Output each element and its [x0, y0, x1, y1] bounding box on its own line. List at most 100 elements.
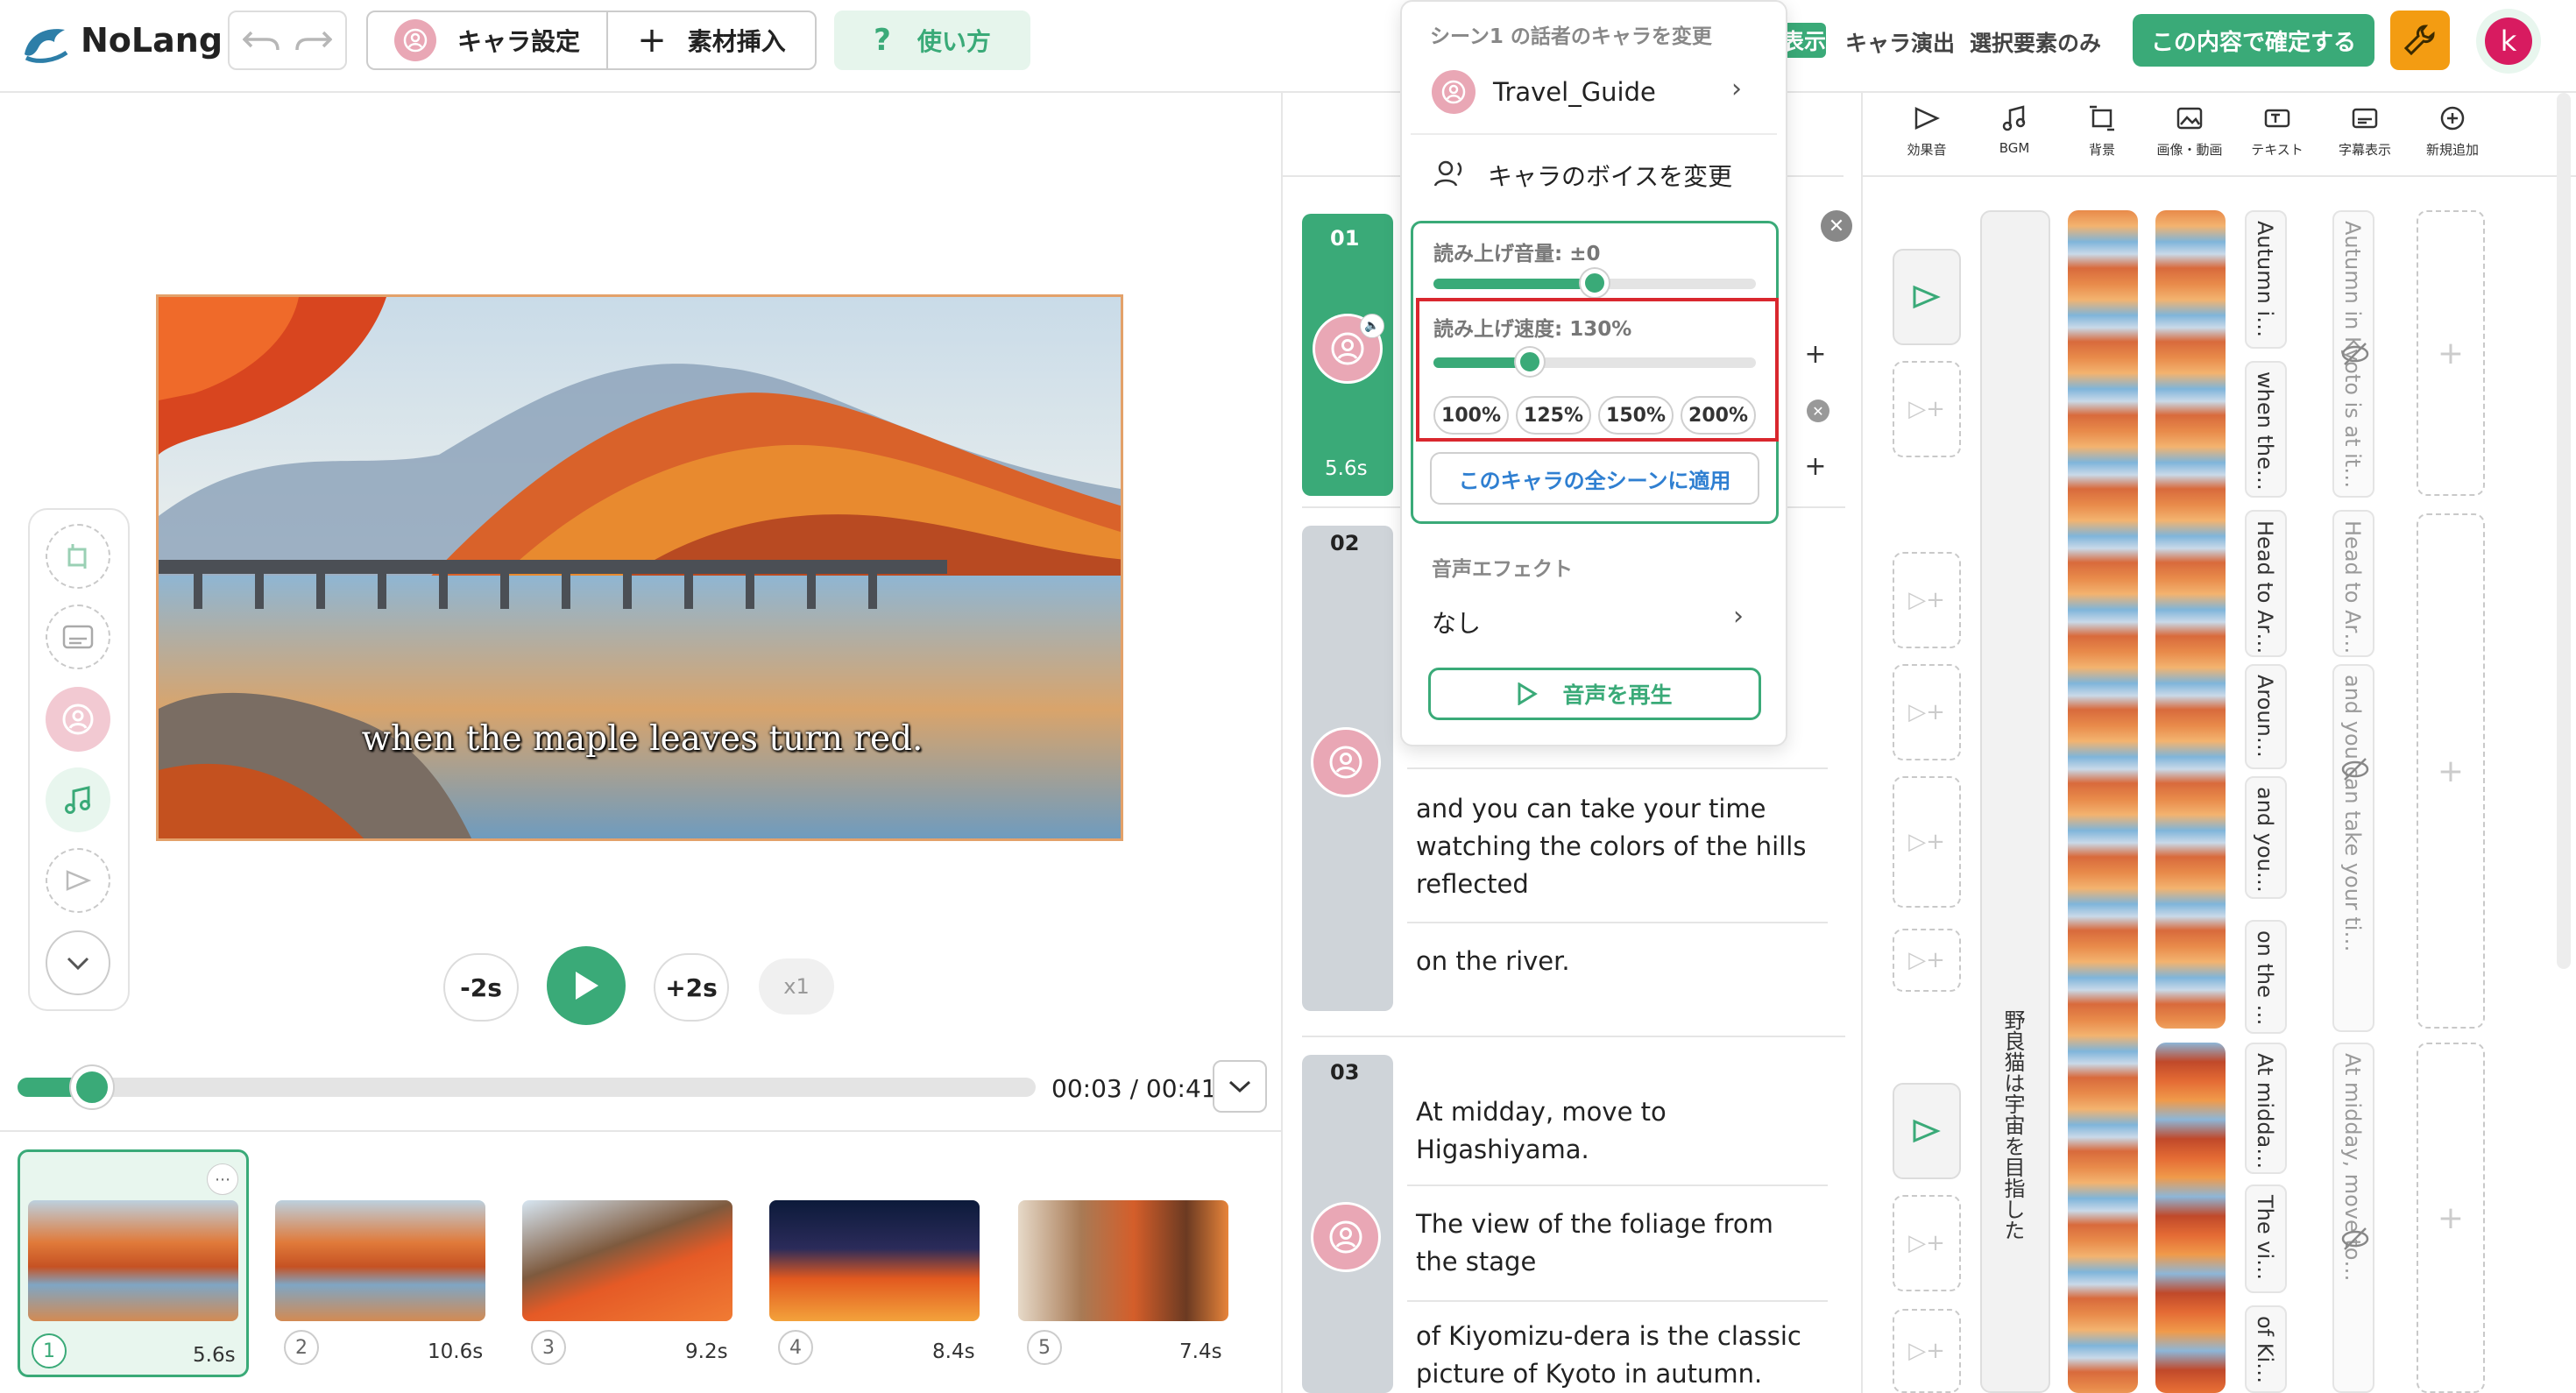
add-sound-effect-slot[interactable]: ▷+ [1893, 552, 1961, 648]
add-sound-effect-slot[interactable]: ▷+ [1893, 1195, 1961, 1291]
add-sound-effect-slot[interactable]: ▷+ [1893, 1309, 1961, 1393]
confirm-button[interactable]: この内容で確定する [2133, 14, 2374, 67]
progress-track[interactable] [18, 1066, 1036, 1108]
volume-slider[interactable] [1433, 269, 1756, 297]
insert-material-button[interactable]: + 素材挿入 [606, 11, 817, 70]
char-effects-tab[interactable]: キャラ演出 [1845, 26, 1955, 58]
remove-line-icon[interactable]: ✕ [1807, 400, 1829, 422]
add-line-plus-icon[interactable]: + [1801, 339, 1829, 370]
character-toggle-icon[interactable] [46, 687, 110, 752]
background-track[interactable] [2068, 210, 2138, 1393]
speed-option-125[interactable]: 125% [1516, 396, 1591, 435]
speed-slider-knob[interactable] [1516, 348, 1544, 376]
volume-slider-fill [1433, 279, 1595, 289]
subtitle-block[interactable]: and you can take your… [2245, 776, 2287, 899]
play-button[interactable] [547, 946, 626, 1025]
scene-03-speaker-avatar[interactable] [1311, 1202, 1381, 1272]
add-line-plus-icon-2[interactable]: + [1801, 451, 1829, 482]
subtitle-block[interactable]: on the river. [2245, 920, 2287, 1034]
image-track-scene1-2[interactable] [2155, 210, 2226, 1029]
tool-add-new[interactable]: 新規追加 [2410, 105, 2495, 159]
avatar-letter: k [2485, 18, 2532, 65]
bgm-track[interactable]: 野良猫は宇宙を目指した [1980, 210, 2050, 1393]
chevron-right-icon: › [1733, 601, 1744, 632]
scene-thumb-3 [522, 1200, 732, 1321]
text-block[interactable]: At midday, move to… [2332, 1043, 2374, 1393]
collapse-chevron-icon[interactable] [46, 930, 110, 995]
scene-02-number: 02 [1330, 531, 1360, 555]
scene-03-line[interactable]: The view of the foliage from the stage [1416, 1206, 1822, 1281]
add-element-slot[interactable]: + [2417, 1043, 2485, 1393]
volume-slider-knob[interactable] [1581, 269, 1609, 297]
volume-label: 読み上げ音量: ±0 [1433, 243, 1601, 265]
subtitle-block[interactable]: Around Togetsu… [2245, 664, 2287, 769]
scene-02-line[interactable]: and you can take your time watching the … [1416, 790, 1822, 903]
timeline-toolbar-divider [1863, 175, 2576, 177]
tool-subtitle-label: 字幕表示 [2338, 142, 2391, 158]
char-settings-button[interactable]: キャラ設定 [366, 11, 608, 70]
scrollbar[interactable] [2557, 93, 2571, 969]
speed-slider[interactable] [1433, 348, 1756, 376]
timeline-expand-button[interactable] [1213, 1060, 1267, 1113]
subtitle-block[interactable]: of Kiyomizu-dera is th… [2245, 1305, 2287, 1393]
subtitle-block[interactable]: Autumn in Kyoto is at i… [2245, 210, 2287, 349]
add-sound-effect-slot[interactable]: ▷+ [1893, 776, 1961, 908]
add-element-slot[interactable]: + [2417, 513, 2485, 1029]
progress-knob[interactable] [71, 1066, 113, 1108]
forward-2s-button[interactable]: +2s [654, 953, 729, 1022]
app-title: NoLang [81, 21, 223, 60]
character-select-row[interactable]: Travel_Guide › [1428, 65, 1761, 121]
more-options-icon[interactable]: ⋯ [207, 1163, 238, 1195]
playback-speed-button[interactable]: x1 [759, 958, 834, 1015]
undo-icon[interactable] [243, 27, 280, 53]
subtitle-block[interactable]: The view of the… [2245, 1184, 2287, 1293]
sound-effect-icon [1914, 107, 1941, 130]
speed-option-100[interactable]: 100% [1433, 396, 1509, 435]
close-circle-icon[interactable]: ✕ [1821, 210, 1852, 242]
scene-03-line[interactable]: of Kiyomizu-dera is the classic picture … [1416, 1318, 1822, 1393]
tool-bgm[interactable]: BGM [1971, 105, 2057, 156]
crop-icon[interactable] [46, 524, 110, 589]
text-block[interactable]: and you can take your ti… [2332, 664, 2374, 1032]
subtitle-toggle-icon[interactable] [46, 605, 110, 669]
settings-wrench-button[interactable] [2390, 11, 2450, 70]
scene-02-speaker-avatar[interactable] [1311, 727, 1381, 797]
sound-effect-block[interactable] [1893, 249, 1961, 345]
play-voice-label: 音声を再生 [1562, 682, 1673, 708]
tool-text[interactable]: テキスト [2234, 105, 2320, 159]
text-block[interactable]: Head to Arashiyama… [2332, 510, 2374, 657]
how-to-use-label: 使い方 [916, 27, 991, 56]
image-video-icon [2176, 107, 2203, 130]
display-mode-tab[interactable]: 表示 [1782, 23, 1826, 58]
change-voice-row[interactable]: キャラのボイスを変更 [1433, 151, 1766, 196]
how-to-use-button[interactable]: ? 使い方 [834, 11, 1030, 70]
tool-subtitle[interactable]: 字幕表示 [2322, 105, 2408, 159]
subtitle-block[interactable]: Head to Arashiyama… [2245, 510, 2287, 657]
selected-only-tab[interactable]: 選択要素のみ [1970, 26, 2101, 58]
scene-duration-1: 5.6s [193, 1344, 236, 1367]
speed-option-150[interactable]: 150% [1598, 396, 1674, 435]
tool-sound-effect[interactable]: 効果音 [1884, 105, 1970, 159]
speed-option-200[interactable]: 200% [1681, 396, 1756, 435]
add-sound-effect-slot[interactable]: ▷+ [1893, 361, 1961, 457]
subtitle-block[interactable]: At midday, move to… [2245, 1043, 2287, 1174]
play-voice-button[interactable]: 音声を再生 [1428, 668, 1761, 720]
user-avatar[interactable]: k [2476, 9, 2541, 74]
tool-background-label: 背景 [2088, 142, 2115, 158]
tool-image-video[interactable]: 画像・動画 [2147, 105, 2233, 159]
rewind-2s-button[interactable]: -2s [443, 953, 519, 1022]
apply-all-scenes-button[interactable]: このキャラの全シーンに適用 [1430, 452, 1759, 505]
add-sound-effect-slot[interactable]: ▷+ [1893, 929, 1961, 992]
music-toggle-icon[interactable] [46, 767, 110, 832]
add-element-slot[interactable]: + [2417, 210, 2485, 496]
scene-02-line[interactable]: on the river. [1416, 943, 1822, 980]
add-sound-effect-slot[interactable]: ▷+ [1893, 664, 1961, 760]
image-track-scene3[interactable] [2155, 1043, 2226, 1393]
subtitle-block[interactable]: when the maple leav… [2245, 361, 2287, 498]
effect-select-row[interactable]: なし › [1432, 601, 1761, 640]
redo-icon[interactable] [295, 27, 332, 53]
tool-background[interactable]: 背景 [2059, 105, 2145, 159]
sound-effect-block[interactable] [1893, 1083, 1961, 1179]
scene-03-line[interactable]: At midday, move to Higashiyama. [1416, 1093, 1822, 1169]
sound-effect-toggle-icon[interactable] [46, 848, 110, 913]
